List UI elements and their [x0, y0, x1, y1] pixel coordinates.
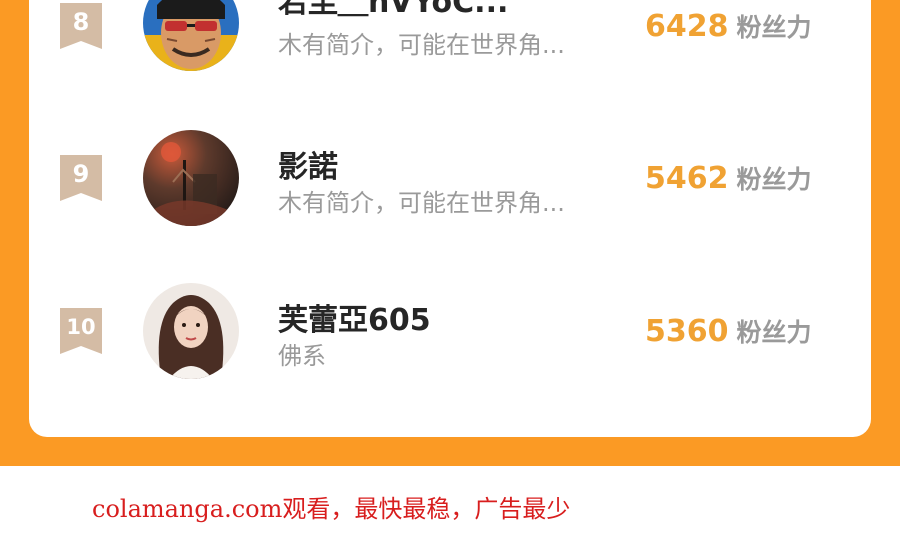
user-bio: 木有简介，可能在世界角...: [278, 189, 565, 217]
fans-unit: 粉丝力: [736, 318, 812, 347]
avatar[interactable]: [143, 0, 239, 71]
fans-score: 6428 粉丝力: [645, 8, 812, 44]
list-item[interactable]: 9 影諾 木有简介，可能在世界角... 5462 粉丝力: [29, 117, 871, 237]
list-item[interactable]: 8 若尘＿nVYoC... 木有简介，可能在世界角... 6428 粉丝力: [29, 0, 871, 85]
leaderboard-card: 8 若尘＿nVYoC... 木有简介，可能在世界角... 6428 粉丝力 9 …: [29, 0, 871, 437]
rank-number: 9: [72, 160, 90, 188]
fans-score: 5462 粉丝力: [645, 160, 812, 196]
list-item[interactable]: 10 芙蕾亞605 佛系 5360 粉丝力: [29, 270, 871, 390]
avatar[interactable]: [143, 283, 239, 379]
fans-count: 5462: [645, 161, 729, 196]
fans-score: 5360 粉丝力: [645, 313, 812, 349]
rank-number: 8: [72, 8, 90, 36]
rank-badge: 9: [60, 155, 102, 201]
fans-count: 5360: [645, 314, 729, 349]
user-name: 若尘＿nVYoC...: [278, 0, 509, 20]
user-name: 影諾: [278, 150, 338, 185]
rank-badge: 8: [60, 3, 102, 49]
fans-count: 6428: [645, 9, 729, 44]
user-bio: 佛系: [278, 342, 326, 370]
user-bio: 木有简介，可能在世界角...: [278, 31, 565, 59]
fans-unit: 粉丝力: [736, 165, 812, 194]
rank-number: 10: [66, 315, 96, 339]
fans-unit: 粉丝力: [736, 13, 812, 42]
rank-badge: 10: [60, 308, 102, 354]
avatar[interactable]: [143, 130, 239, 226]
user-name: 芙蕾亞605: [278, 303, 431, 338]
footer-notice: colamanga.com观看，最快最稳，广告最少: [92, 495, 571, 523]
